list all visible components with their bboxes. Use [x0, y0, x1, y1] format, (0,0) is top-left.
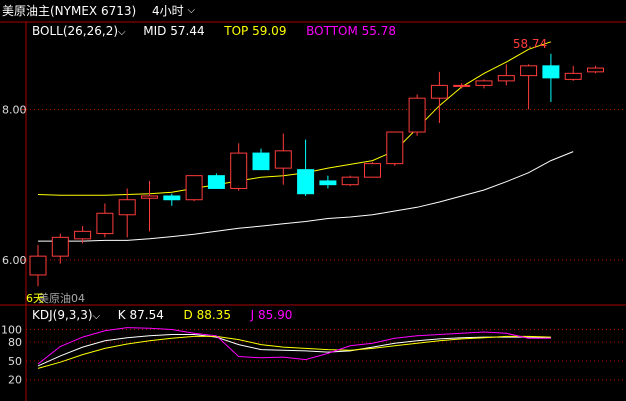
kdj-label[interactable]: KDJ(9,3,3) — [32, 308, 93, 322]
candle — [520, 64, 538, 110]
boll-bottom-label: BOTTOM — [306, 24, 358, 38]
candle — [51, 233, 69, 264]
boll-label[interactable]: BOLL(26,26,2) — [32, 24, 118, 38]
title-bar: 美原油主(NYMEX 6713) 4小时 ⌵ — [0, 0, 626, 22]
candle — [141, 180, 158, 232]
candle-body — [274, 150, 292, 169]
candle-body — [96, 212, 114, 235]
kdj-lines — [37, 327, 551, 369]
boll-top-value: 59.09 — [252, 24, 287, 38]
candle — [564, 65, 582, 81]
period-selector[interactable]: 4小时 ⌵ — [152, 0, 195, 22]
candle-body — [74, 230, 92, 240]
candle-body — [587, 67, 604, 73]
kdj-k-value: 87.54 — [129, 308, 164, 322]
candle — [230, 143, 248, 191]
candle — [364, 162, 381, 178]
high-price-label: 58.74 — [513, 37, 547, 51]
candle — [341, 175, 359, 187]
boll-indicator-bar: BOLL(26,26,2)⌵ MID 57.44 TOP 59.09 BOTTO… — [32, 23, 396, 41]
candle — [163, 193, 181, 206]
left-marker-label: 6天 — [26, 292, 44, 305]
kdj-y-tick-label: 50 — [8, 355, 22, 368]
candle-body — [386, 131, 404, 165]
candle-body — [453, 84, 471, 87]
candle-body — [185, 175, 203, 201]
candle-body — [207, 175, 225, 189]
candle — [475, 79, 493, 89]
candle-body — [497, 75, 515, 82]
kdj-d-line — [37, 335, 551, 369]
boll-mid-label: MID — [143, 24, 167, 38]
candle-body — [29, 255, 47, 276]
candle — [319, 175, 337, 189]
chevron-down-icon: ⌵ — [187, 5, 196, 16]
kdj-j-label: J — [250, 308, 255, 322]
candle-body — [297, 169, 315, 195]
candle-body — [564, 72, 582, 80]
candle-body — [364, 163, 381, 178]
candle-body — [520, 65, 538, 77]
candle — [408, 94, 426, 136]
candle — [430, 71, 448, 124]
candle-body — [118, 199, 136, 216]
candle — [29, 244, 47, 287]
candle-body — [430, 84, 448, 99]
sub-chart-label: 美原油04 — [38, 291, 85, 305]
candle — [185, 175, 203, 202]
candle — [96, 203, 114, 238]
kdj-d-value: 88.35 — [196, 308, 231, 322]
candle-body — [408, 97, 426, 133]
candle-body — [542, 65, 560, 79]
chevron-down-icon[interactable]: ⌵ — [118, 27, 126, 38]
boll-top-line — [37, 41, 552, 196]
kdj-y-tick-label: 80 — [8, 336, 22, 349]
candle — [297, 139, 315, 196]
candle-body — [319, 180, 337, 186]
boll-mid-value: 57.44 — [170, 24, 205, 38]
main-y-tick-label: 8.00 — [2, 103, 27, 116]
candle-body — [141, 195, 158, 199]
candle — [386, 131, 404, 166]
candle — [118, 188, 136, 238]
kdj-y-tick-label: 100 — [1, 324, 22, 337]
chart-stage: 6.00 8.00 10080 50 20 58.74 美原油04 6天 — [0, 21, 626, 401]
axis-labels: 6.00 8.00 10080 50 20 — [1, 103, 27, 386]
candle — [497, 64, 515, 86]
chart-grid — [22, 108, 626, 381]
kdj-d-label: D — [183, 308, 193, 322]
candle-body — [341, 176, 359, 186]
period-label: 4小时 — [152, 4, 184, 18]
candle — [274, 133, 292, 185]
kdj-k-label: K — [117, 308, 126, 322]
candle — [542, 53, 560, 102]
candle — [252, 148, 270, 171]
boll-top-label: TOP — [224, 24, 249, 38]
kdj-indicator-bar: KDJ(9,3,3)⌵ K 87.54 D 88.35 J 85.90 — [32, 307, 292, 325]
candle-body — [252, 152, 270, 171]
kdj-j-line — [37, 327, 551, 365]
instrument-title[interactable]: 美原油主(NYMEX 6713) — [2, 0, 136, 22]
candle-body — [51, 236, 69, 257]
candle-body — [230, 152, 248, 189]
main-y-tick-label: 6.00 — [2, 254, 27, 267]
candle — [587, 65, 604, 74]
candle-body — [475, 80, 493, 86]
chevron-down-icon[interactable]: ⌵ — [93, 311, 101, 322]
candle — [207, 173, 225, 189]
kdj-j-value: 85.90 — [257, 308, 293, 322]
candle-body — [163, 195, 181, 201]
boll-bottom-value: 55.78 — [361, 24, 397, 38]
kdj-y-tick-label: 20 — [8, 374, 22, 387]
